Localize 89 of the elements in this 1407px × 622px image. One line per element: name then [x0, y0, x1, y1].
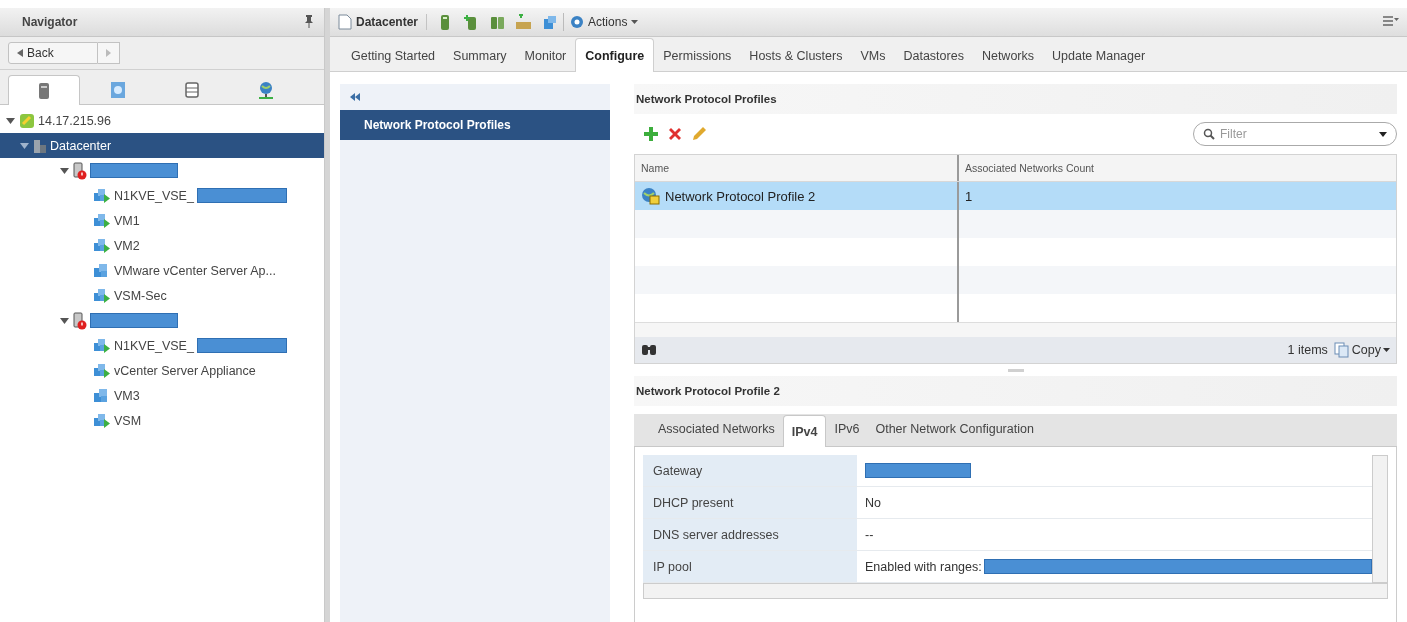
tree-item[interactable]: VSM-Sec: [0, 283, 324, 308]
tree-item[interactable]: N1KVE_VSE_: [0, 333, 324, 358]
vm-add-icon[interactable]: [541, 14, 558, 30]
splitter-handle[interactable]: [1007, 368, 1024, 372]
property-value: Enabled with ranges:: [865, 559, 982, 574]
tree-item[interactable]: N1KVE_VSE_: [0, 183, 324, 208]
property-value: --: [865, 527, 874, 542]
caret-icon: [1379, 132, 1387, 137]
tab[interactable]: Datastores: [894, 41, 973, 71]
scrollbar[interactable]: [643, 583, 1388, 599]
globe-icon: [257, 81, 275, 99]
forward-button[interactable]: [98, 42, 120, 64]
section-title: Network Protocol Profiles: [634, 84, 1397, 114]
breadcrumb-button[interactable]: Datacenter: [338, 14, 428, 30]
servers-icon[interactable]: [489, 14, 506, 30]
tab[interactable]: Hosts & Clusters: [740, 41, 852, 71]
tree-item[interactable]: VM3: [0, 383, 324, 408]
item-count: 1 items: [1287, 343, 1328, 357]
tab[interactable]: IPv4: [782, 415, 827, 447]
database-icon: [185, 82, 199, 98]
server-alert-icon: [73, 161, 87, 180]
back-button[interactable]: Back: [8, 42, 98, 64]
property-label: DHCP present: [643, 487, 857, 518]
pencil-icon[interactable]: [690, 125, 708, 143]
caret-icon[interactable]: [5, 117, 15, 124]
vm-running-icon: [93, 412, 111, 429]
filter-field[interactable]: Filter: [1193, 122, 1397, 146]
tree-item[interactable]: Datacenter: [0, 133, 324, 158]
tab[interactable]: Networks: [972, 41, 1043, 71]
tab[interactable]: Update Manager: [1043, 41, 1155, 71]
tree-item[interactable]: VM1: [0, 208, 324, 233]
building-icon: [33, 137, 47, 154]
tree-item[interactable]: VMware vCenter Server Ap...: [0, 258, 324, 283]
property-value: No: [865, 495, 881, 510]
tree-item[interactable]: vCenter Server Appliance: [0, 358, 324, 383]
caret-icon: [1383, 348, 1390, 352]
tree-item[interactable]: VM2: [0, 233, 324, 258]
tree-item[interactable]: VSM: [0, 408, 324, 433]
copy-button[interactable]: Copy: [1333, 342, 1390, 358]
scrollbar[interactable]: [1372, 455, 1388, 583]
copy-icon: [1333, 342, 1350, 358]
gear-icon: [570, 15, 585, 29]
actions-menu[interactable]: Actions: [570, 15, 639, 29]
caret-icon[interactable]: [59, 317, 69, 324]
page-icon: [338, 14, 352, 30]
scrollbar[interactable]: [635, 322, 1396, 337]
sidebar-item[interactable]: Network Protocol Profiles: [340, 110, 610, 140]
tree-item[interactable]: 14.17.215.96: [0, 108, 324, 133]
table-cell: Network Protocol Profile 2: [665, 188, 816, 204]
navigator-tab[interactable]: [8, 75, 80, 105]
caret-icon[interactable]: [19, 142, 29, 149]
panel-title: Navigator: [22, 15, 78, 29]
server-alert-icon: [73, 311, 87, 330]
tab[interactable]: IPv6: [826, 415, 868, 443]
menu-icon[interactable]: [1383, 16, 1399, 26]
caret-icon: [631, 20, 639, 24]
tab[interactable]: Other Network Configuration: [867, 415, 1042, 443]
property-label: DNS server addresses: [643, 519, 857, 550]
table-row[interactable]: Network Protocol Profile 2 1: [635, 182, 1396, 210]
network-profile-icon: [641, 187, 661, 205]
caret-icon[interactable]: [59, 167, 69, 174]
server-group-icon: [19, 112, 35, 129]
vm-running-icon: [93, 212, 111, 229]
server-icon: [37, 81, 51, 100]
section-title: Network Protocol Profile 2: [634, 376, 1397, 406]
vm-icon: [110, 81, 126, 99]
tab[interactable]: VMs: [851, 41, 895, 71]
add-icon[interactable]: [642, 125, 660, 143]
vm-running-icon: [93, 187, 111, 204]
vm-running-icon: [93, 337, 111, 354]
pin-icon[interactable]: [304, 13, 314, 28]
tab[interactable]: Getting Started: [342, 41, 445, 71]
property-label: IP pool: [643, 551, 857, 582]
tab[interactable]: Monitor: [515, 41, 576, 71]
forward-arrow-icon: [106, 49, 111, 57]
back-arrow-icon: [17, 49, 23, 57]
vm-running-icon: [93, 237, 111, 254]
tab[interactable]: Summary: [444, 41, 516, 71]
property-label: Gateway: [643, 455, 857, 486]
tab[interactable]: Configure: [575, 38, 655, 72]
search-icon: [1203, 128, 1215, 140]
tab[interactable]: Associated Networks: [650, 415, 783, 443]
folder-add-icon[interactable]: [515, 14, 532, 30]
collapse-icon[interactable]: [350, 93, 360, 101]
tab[interactable]: Permissions: [654, 41, 741, 71]
column-header[interactable]: Associated Networks Count: [959, 155, 1396, 181]
vm-running-icon: [93, 362, 111, 379]
table-cell: 1: [965, 188, 973, 204]
vm-running-icon: [93, 287, 111, 304]
